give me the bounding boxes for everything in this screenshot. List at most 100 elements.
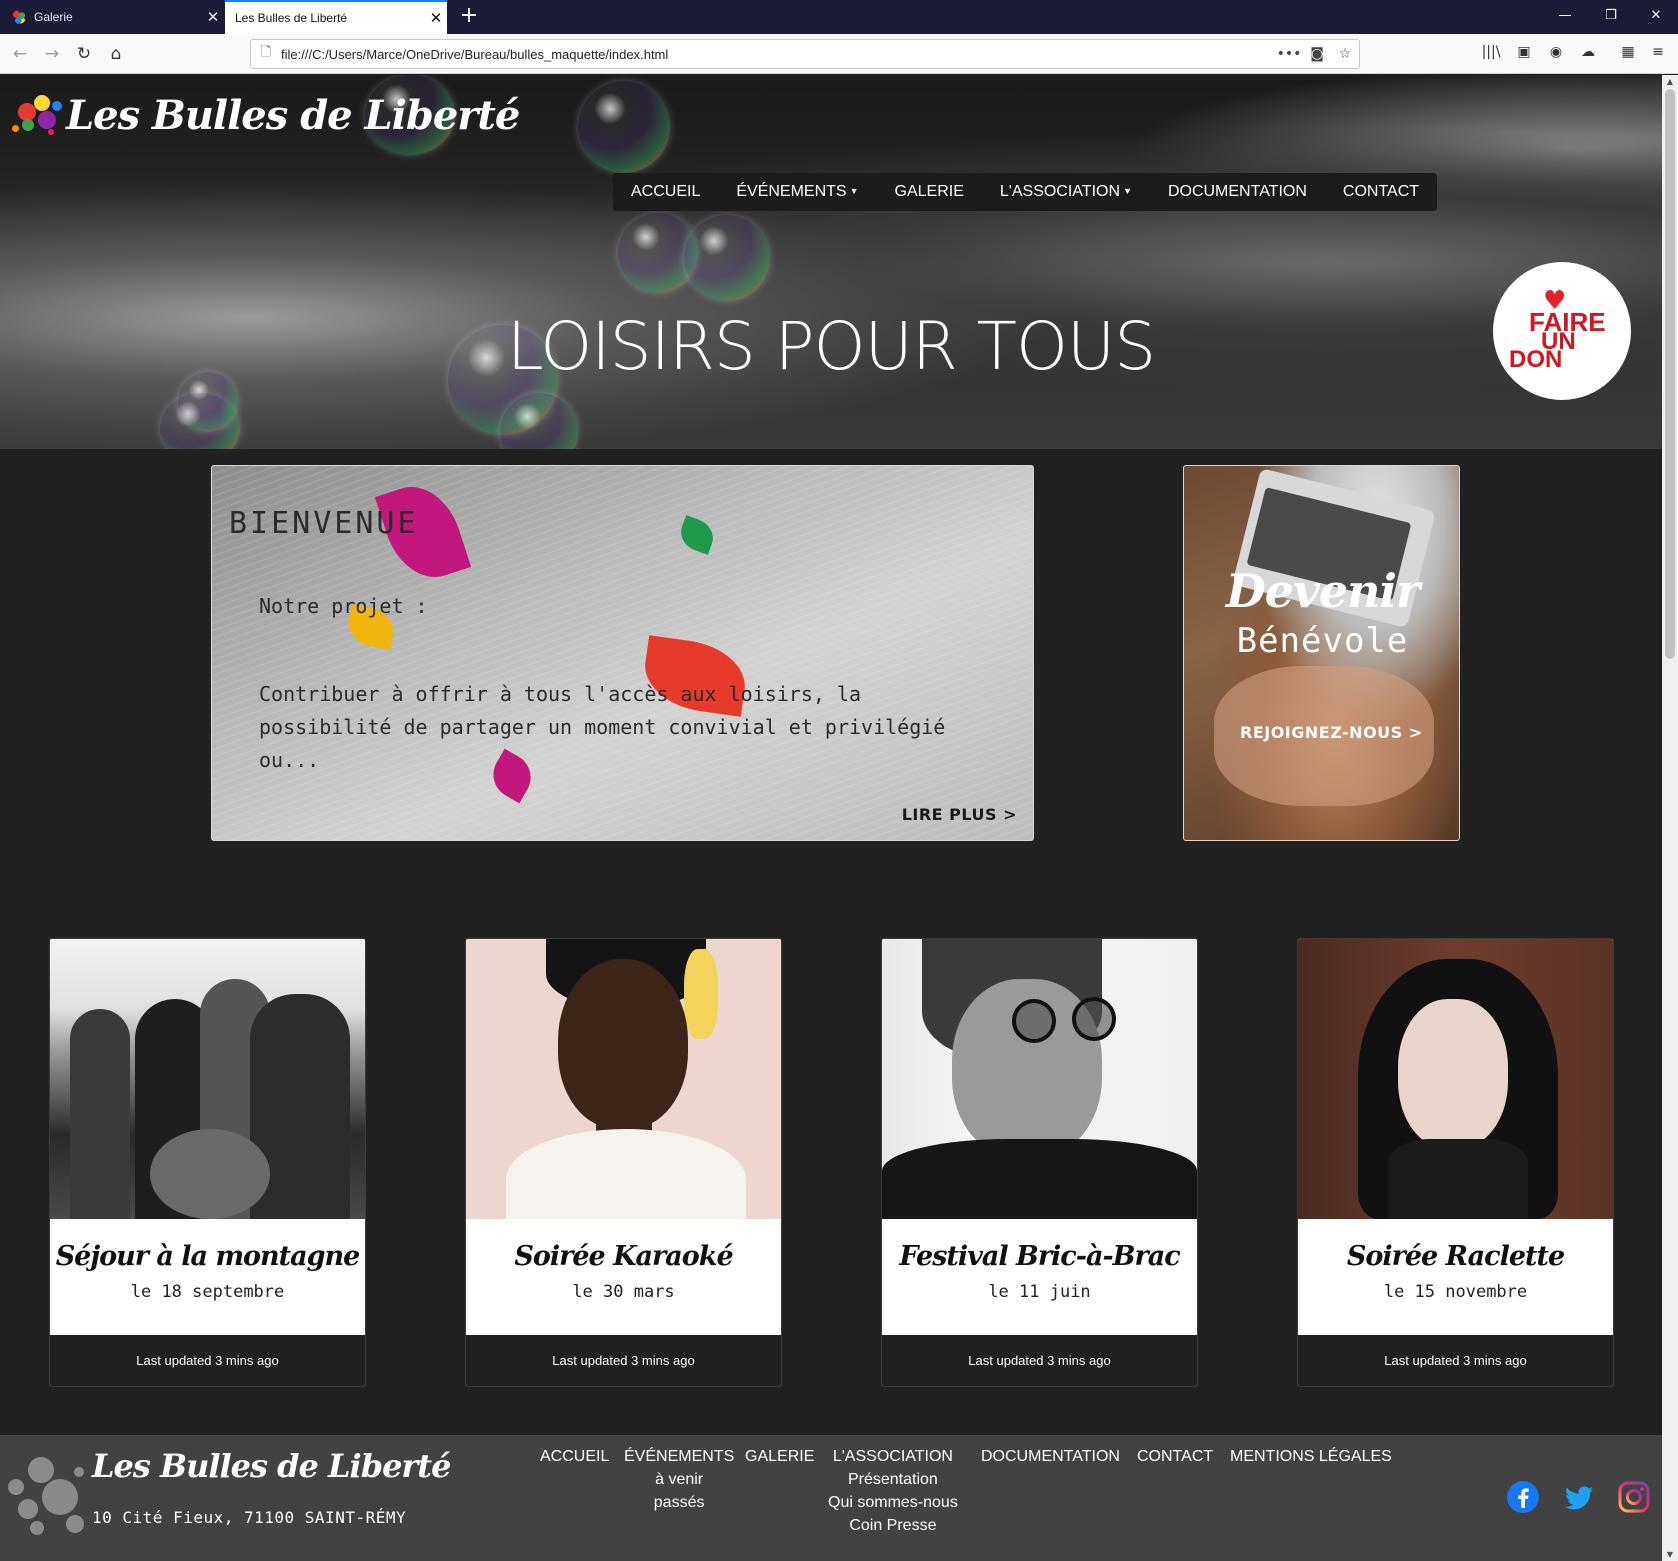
account-icon[interactable]: ◉ [1545,44,1567,64]
event-card[interactable]: Festival Bric-à-Brac le 11 juin Last upd… [881,938,1198,1387]
footer-column-association: L'ASSOCIATION Présentation Qui sommes-no… [828,1445,958,1537]
volunteer-title: Devenir [1225,564,1420,618]
facebook-icon[interactable] [1506,1480,1540,1514]
footer-link-contact[interactable]: CONTACT [1137,1445,1213,1468]
twitter-icon[interactable] [1562,1480,1596,1514]
footer-link-label: ACCUEIL [540,1448,610,1465]
footer-column-evenements: ÉVÉNEMENTS à venir passés [624,1445,734,1514]
footer-link-coin-presse[interactable]: Coin Presse [828,1514,958,1537]
welcome-subheading: Notre projet : [259,594,428,618]
tab-les-bulles[interactable]: Les Bulles de Liberté ✕ [225,0,447,34]
scrollbar-thumb[interactable] [1665,89,1675,659]
nav-item-evenements[interactable]: ÉVÉNEMENTS ▼ [718,183,876,201]
tab-title: Les Bulles de Liberté [235,11,348,25]
footer-link-galerie[interactable]: GALERIE [745,1445,814,1468]
pocket-icon[interactable]: ◙ [1303,46,1331,62]
join-us-link[interactable]: REJOIGNEZ-NOUS > [1240,723,1423,742]
tab-galerie[interactable]: Galerie ✕ [0,0,224,34]
welcome-body: Contribuer à offrir à tous l'accès aux l… [259,682,946,772]
footer-link-label: CONTACT [1137,1448,1214,1465]
footer-link-label: DOCUMENTATION [981,1448,1120,1465]
footer-link-passes[interactable]: passés [624,1491,734,1514]
event-photo [466,939,781,1219]
nav-item-galerie[interactable]: GALERIE [877,183,982,201]
bubble-decoration [684,215,770,301]
nav-item-contact[interactable]: CONTACT [1325,183,1437,201]
site-logo[interactable]: Les Bulles de Liberté [8,85,520,145]
library-icon[interactable]: |||\ [1480,44,1502,64]
event-title: Soirée Raclette [1346,1241,1565,1272]
extension-icon[interactable]: ▦ [1617,44,1639,64]
footer-link-a-venir[interactable]: à venir [624,1468,734,1491]
scroll-up-icon[interactable]: ▲ [1662,77,1678,86]
nav-label: DOCUMENTATION [1167,183,1307,200]
volunteer-card[interactable]: Devenir Bénévole REJOIGNEZ-NOUS > [1183,465,1460,841]
bubble-decoration [578,81,670,173]
nav-item-association[interactable]: L'ASSOCIATION ▼ [982,183,1150,201]
footer-link-presentation[interactable]: Présentation [828,1468,958,1491]
close-tab-icon[interactable]: ✕ [202,8,224,26]
restore-window-icon[interactable]: ❐ [1589,0,1633,34]
footer-link-accueil[interactable]: ACCUEIL [540,1445,609,1468]
footer-link-association[interactable]: L'ASSOCIATION [828,1445,958,1468]
footer-link-mentions[interactable]: MENTIONS LÉGALES [1230,1445,1392,1468]
welcome-heading: BIENVENUE [229,506,419,541]
browser-toolbar: ← → ↻ ⌂ 🗋 file:///C:/Users/Marce/OneDriv… [0,34,1678,74]
home-icon[interactable]: ⌂ [102,40,130,68]
bookmark-star-icon[interactable]: ☆ [1331,46,1359,62]
page-scrollbar[interactable]: ▲ ▼ [1662,75,1678,1561]
nav-item-documentation[interactable]: DOCUMENTATION [1150,183,1325,201]
event-date: le 11 juin [988,1282,1091,1302]
close-window-icon[interactable]: ✕ [1634,0,1678,34]
volunteer-subtitle: Bénévole [1236,621,1409,661]
event-card[interactable]: Séjour à la montagne le 18 septembre Las… [49,938,366,1387]
page-viewport: Les Bulles de Liberté ACCUEIL ÉVÉNEMENTS… [0,75,1662,1561]
logo-text: Les Bulles de Liberté [66,91,520,139]
back-icon[interactable]: ← [6,40,34,68]
instagram-icon[interactable] [1617,1480,1651,1514]
nav-label: ACCUEIL [631,183,701,200]
event-updated: Last updated 3 mins ago [50,1335,365,1386]
event-body: Soirée Karaoké le 30 mars [466,1219,781,1335]
footer-logo-text[interactable]: Les Bulles de Liberté [92,1447,451,1485]
close-tab-icon[interactable]: ✕ [425,9,447,27]
event-body: Festival Bric-à-Brac le 11 juin [882,1219,1197,1335]
site-favicon-icon [12,10,26,24]
page-icon: 🗋 [260,45,272,60]
hero-banner: Les Bulles de Liberté ACCUEIL ÉVÉNEMENTS… [0,75,1662,449]
event-date: le 15 novembre [1383,1282,1528,1302]
footer-link-label: MENTIONS LÉGALES [1230,1448,1392,1465]
event-card[interactable]: Soirée Raclette le 15 novembre Last upda… [1297,938,1614,1387]
sync-icon[interactable]: ☁ [1577,44,1599,64]
event-updated: Last updated 3 mins ago [466,1335,781,1386]
event-title: Soirée Karaoké [514,1241,733,1272]
footer-link-documentation[interactable]: DOCUMENTATION [981,1445,1120,1468]
new-tab-button[interactable]: + [454,0,484,34]
event-body: Séjour à la montagne le 18 septembre [50,1219,365,1335]
event-photo [882,939,1197,1219]
event-date: le 18 septembre [130,1282,285,1302]
browser-tab-bar: Galerie ✕ Les Bulles de Liberté ✕ + — ❐ … [0,0,1678,34]
site-footer: Les Bulles de Liberté 10 Cité Fieux, 711… [0,1435,1662,1561]
reload-icon[interactable]: ↻ [70,40,98,68]
footer-link-qui-sommes-nous[interactable]: Qui sommes-nous [828,1491,958,1514]
menu-icon[interactable]: ≡ [1647,44,1669,64]
footer-address: 10 Cité Fieux, 71100 SAINT-RÉMY [92,1508,407,1527]
nav-item-accueil[interactable]: ACCUEIL [613,183,718,201]
sidebar-icon[interactable]: ▣ [1513,44,1535,64]
event-photo [50,939,365,1219]
nav-label: L'ASSOCIATION [999,183,1121,200]
address-bar[interactable]: 🗋 file:///C:/Users/Marce/OneDrive/Bureau… [250,39,1360,69]
scroll-down-icon[interactable]: ▼ [1662,1550,1678,1559]
event-card[interactable]: Soirée Karaoké le 30 mars Last updated 3… [465,938,782,1387]
more-icon[interactable]: ••• [1275,46,1303,62]
tab-title: Galerie [34,10,73,24]
caret-down-icon: ▼ [1123,186,1132,196]
forward-icon[interactable]: → [38,40,66,68]
footer-link-evenements[interactable]: ÉVÉNEMENTS [624,1445,734,1468]
minimize-window-icon[interactable]: — [1543,0,1587,34]
read-more-link[interactable]: LIRE PLUS > [902,805,1017,824]
donate-button[interactable]: ♥ FAIRE UN DON [1493,262,1631,400]
main-navigation: ACCUEIL ÉVÉNEMENTS ▼ GALERIE L'ASSOCIATIO… [613,173,1438,211]
url-text[interactable]: file:///C:/Users/Marce/OneDrive/Bureau/b… [281,47,1275,62]
